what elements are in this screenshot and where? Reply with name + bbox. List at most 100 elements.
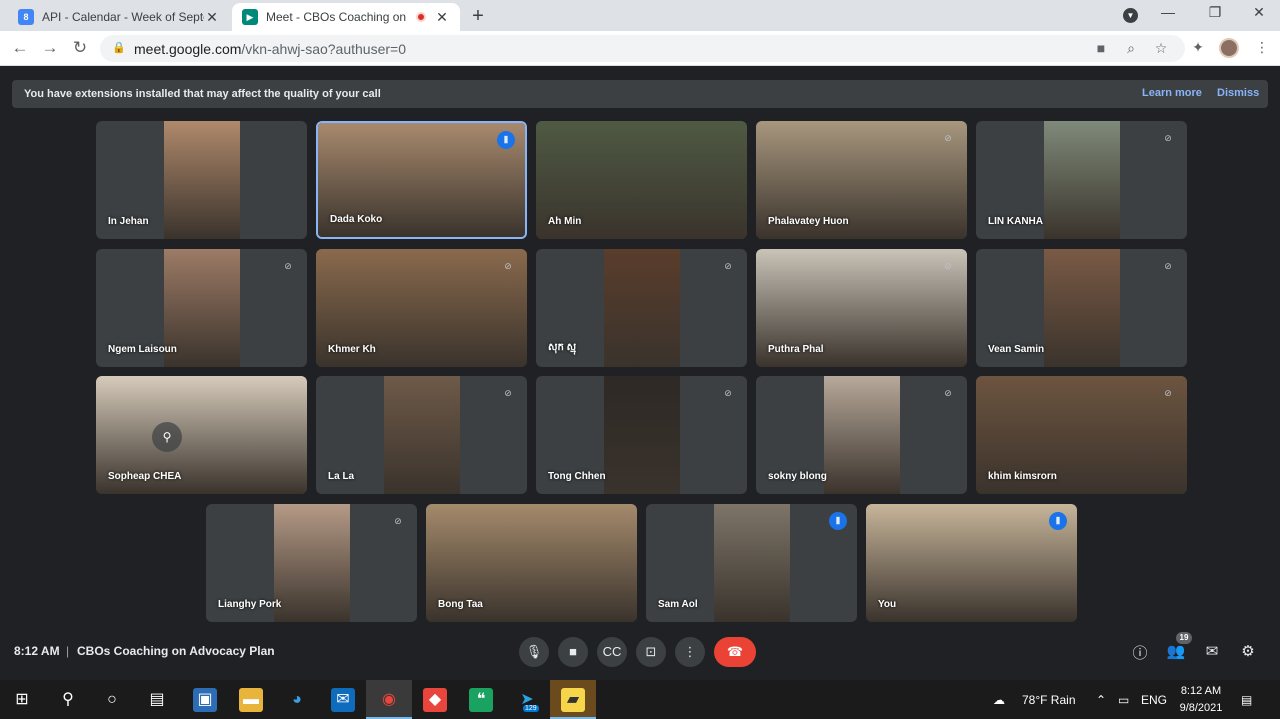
minimize-icon[interactable]: — [1158,4,1178,20]
participant-tile[interactable]: ⊘ Puthra Phal [756,249,967,367]
meeting-clock: 8:12 AM [14,644,60,658]
participant-tile[interactable]: ⊘ khim kimsrorn [976,376,1187,494]
participant-video [714,504,790,622]
forward-icon[interactable]: → [40,38,60,58]
task-view-icon[interactable]: ▤ [145,688,169,712]
sticky-notes-icon[interactable]: ▰ [561,688,585,712]
participant-video [824,376,900,494]
participant-tile[interactable]: ⊘ Khmer Kh [316,249,527,367]
mic-muted-icon: ⊘ [724,261,732,271]
back-icon[interactable]: ← [10,38,30,58]
weather-text[interactable]: 78°F Rain [1022,693,1076,707]
hangouts-icon[interactable]: ❝ [469,688,493,712]
activities-icon[interactable]: ⚙ [1237,642,1259,660]
banner-message: You have extensions installed that may a… [24,88,381,100]
participant-tile[interactable]: ⊘ សុក ស្មុ [536,249,747,367]
participant-name: Khmer Kh [328,344,376,355]
mic-muted-icon: ⊘ [1164,261,1172,271]
calendar-icon: 8 [18,9,34,25]
extensions-icon[interactable]: ✦ [1188,39,1208,56]
participant-name: sokny blong [768,471,827,482]
participant-tile[interactable]: ⦀ You [866,504,1077,622]
mic-muted-icon: ⊘ [724,388,732,398]
search-icon[interactable]: ⚲ [56,688,80,712]
chat-icon[interactable]: ✉ [1201,642,1223,660]
present-screen-button[interactable]: ⊡ [636,637,666,667]
tab-meet[interactable]: ▶ Meet - CBOs Coaching on Ad ✕ [232,3,460,31]
lock-icon[interactable]: 🔒 [112,41,126,54]
participant-video [604,376,680,494]
participant-name: Phalavatey Huon [768,216,849,227]
new-tab-button[interactable]: + [468,5,488,28]
menu-icon[interactable]: ⋮ [1252,39,1272,56]
tab-search-icon[interactable]: ▼ [1123,8,1138,23]
mic-muted-icon: ⊘ [394,516,402,526]
separator: | [66,644,70,658]
participant-tile[interactable]: ⚲ Sopheap CHEA [96,376,307,494]
participant-video [274,504,350,622]
bookmark-star-icon[interactable]: ☆ [1152,40,1170,57]
close-icon[interactable]: ✕ [204,9,220,26]
end-call-button[interactable]: ☎ [714,637,756,667]
participant-tile[interactable]: ⦀ Sam Aol [646,504,857,622]
weather-icon[interactable]: ☁ [993,693,1005,707]
captions-button[interactable]: CC [597,637,627,667]
meeting-info-icon[interactable]: ⓘ [1129,642,1151,663]
participant-name: Sopheap CHEA [108,471,182,482]
taskbar-time[interactable]: 8:12 AM [1178,685,1224,697]
participant-name: Vean Samin [988,344,1045,355]
participant-tile[interactable]: ⊘ Phalavatey Huon [756,121,967,239]
participant-tile[interactable]: ⊘ Lianghy Pork [206,504,417,622]
mic-muted-icon: ⊘ [944,133,952,143]
participant-tile[interactable]: ⊘ sokny blong [756,376,967,494]
anydesk-icon[interactable]: ◆ [423,688,447,712]
address-bar[interactable]: 🔒 meet.google.com/vkn-ahwj-sao?authuser=… [100,35,1185,62]
participant-tile[interactable]: ⊘ Tong Chhen [536,376,747,494]
mic-muted-icon: ⊘ [504,261,512,271]
participant-name: You [878,599,897,610]
learn-more-link[interactable]: Learn more [1142,87,1202,99]
url-text: meet.google.com/vkn-ahwj-sao?authuser=0 [134,41,406,57]
tab-calendar[interactable]: 8 API - Calendar - Week of Septem ✕ [8,3,230,31]
participant-tile[interactable]: ⊘ Vean Samin [976,249,1187,367]
microphone-button[interactable]: 🎙 [519,637,549,667]
cortana-icon[interactable]: ○ [100,688,124,712]
network-icon[interactable]: ▭ [1118,693,1129,707]
people-icon[interactable]: 👥 [1165,642,1187,660]
maximize-icon[interactable]: ❐ [1205,4,1225,21]
participant-tile[interactable]: ⊘ Ngem Laisoun [96,249,307,367]
mail-icon[interactable]: ✉ [331,688,355,712]
dismiss-button[interactable]: Dismiss [1217,87,1259,99]
chrome-icon[interactable]: ◉ [377,688,401,712]
participant-tile[interactable]: Bong Taa [426,504,637,622]
tab-title: Meet - CBOs Coaching on Ad [266,10,408,24]
file-explorer-icon[interactable]: ▬ [239,688,263,712]
pin-icon[interactable]: ⚲ [152,422,182,452]
taskbar-date[interactable]: 9/8/2021 [1176,702,1226,714]
language-indicator[interactable]: ENG [1141,693,1167,707]
camera-button[interactable]: ■ [558,637,588,667]
participant-video [164,121,240,239]
more-options-button[interactable]: ⋮ [675,637,705,667]
app-icon[interactable]: ▣ [193,688,217,712]
edge-icon[interactable]: ◕ [285,688,309,712]
zoom-icon[interactable]: ⌕ [1122,40,1140,57]
meet-bottom-bar: 8:12 AM | CBOs Coaching on Advocacy Plan… [0,625,1280,680]
windows-start-icon[interactable]: ⊞ [10,688,34,712]
participant-tile[interactable]: ⦀ Dada Koko [316,121,527,239]
participant-tile[interactable]: ⊘ LIN KANHA [976,121,1187,239]
participant-name: In Jehan [108,216,149,227]
participant-tile[interactable]: ⊘ La La [316,376,527,494]
reload-icon[interactable]: ↻ [70,38,90,58]
meet-icon: ▶ [242,9,258,25]
notifications-icon[interactable]: ▤ [1241,693,1252,707]
window-close-icon[interactable]: ✕ [1249,4,1269,21]
participant-tile[interactable]: Ah Min [536,121,747,239]
browser-tab-strip: 8 API - Calendar - Week of Septem ✕ ▶ Me… [0,0,1280,31]
close-icon[interactable]: ✕ [434,9,450,26]
participant-tile[interactable]: In Jehan [96,121,307,239]
participant-name: khim kimsrorn [988,471,1057,482]
tray-chevron-icon[interactable]: ⌃ [1096,693,1106,707]
camera-icon[interactable]: ■ [1092,40,1110,56]
avatar[interactable] [1219,38,1239,58]
